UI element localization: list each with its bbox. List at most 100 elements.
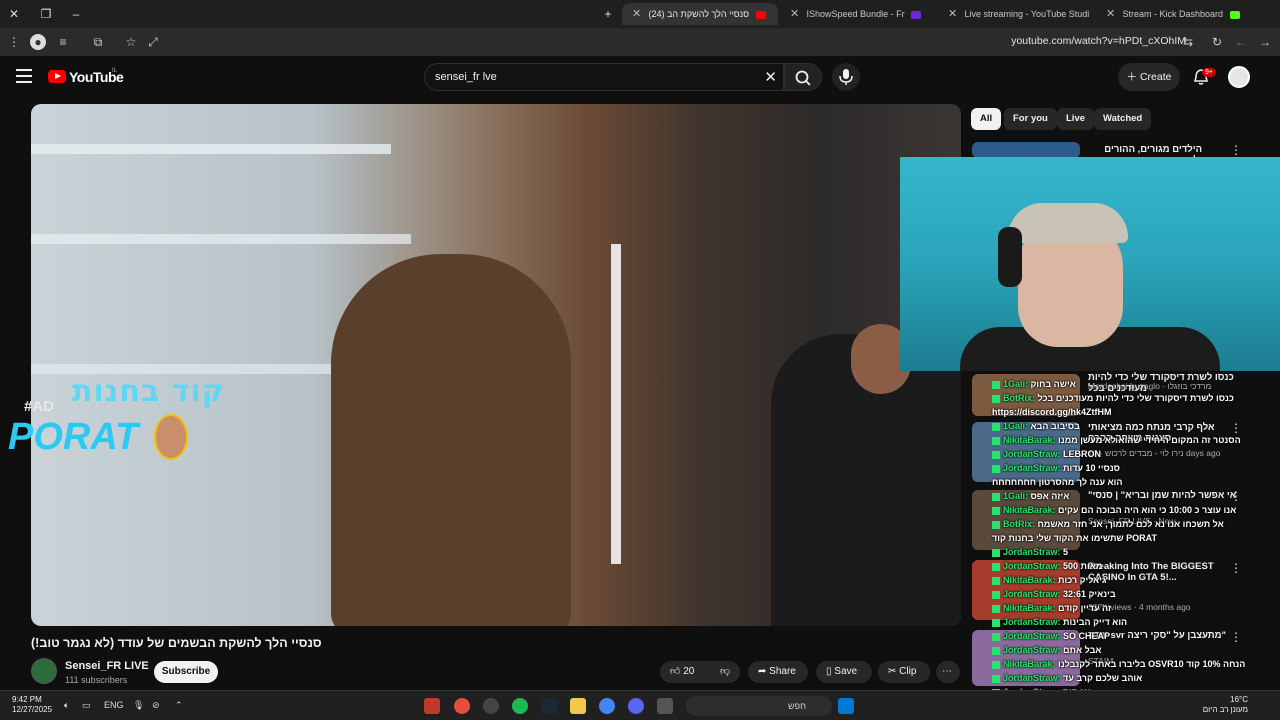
new-tab-button[interactable]: + xyxy=(600,6,616,22)
obs-app-icon[interactable] xyxy=(483,698,499,714)
like-button[interactable]: 👍︎ 20 xyxy=(660,661,712,683)
browser-tab[interactable]: ✕ Live streaming - YouTube Studi xyxy=(938,3,1094,25)
kick-badge-icon xyxy=(992,506,1000,515)
recommendation-title[interactable]: Breaking Into The BIGGEST CASINO In GTA … xyxy=(1088,561,1238,583)
kick-badge-icon xyxy=(992,422,1000,431)
save-button[interactable]: ▯ Save xyxy=(816,661,872,683)
search-button[interactable] xyxy=(784,63,822,91)
create-label: Create xyxy=(1139,71,1172,83)
file-explorer-app-icon[interactable] xyxy=(570,698,586,714)
chat-username: 1Gali: xyxy=(1003,491,1031,501)
recommendation-thumbnail[interactable] xyxy=(972,142,1080,158)
kick-badge-icon xyxy=(992,520,1000,529)
profile-icon[interactable]: ● xyxy=(30,34,46,50)
video-player[interactable] xyxy=(31,104,961,626)
more-vert-icon[interactable]: ⋮ xyxy=(1230,143,1242,157)
close-window-icon[interactable]: ✕ xyxy=(6,6,22,22)
chat-username: NikitaBarak: xyxy=(1003,435,1059,445)
webcam-person-cap xyxy=(1008,203,1128,243)
browser-tab[interactable]: ✕ Stream - Kick Dashboard xyxy=(1096,3,1256,25)
chat-text: איזה אפס xyxy=(1030,491,1070,501)
chat-message: 1Gali: בסיבוב הבא xyxy=(992,421,1080,431)
voice-search-button[interactable] xyxy=(832,63,860,91)
forward-icon[interactable]: → xyxy=(1257,34,1273,50)
windows-start-icon[interactable] xyxy=(838,698,854,714)
create-button[interactable]: ＋ Create xyxy=(1118,63,1180,91)
more-vert-icon[interactable]: ⋮ xyxy=(1230,489,1242,503)
security-tray-icon[interactable]: ⊘ xyxy=(152,700,160,711)
minimize-window-icon[interactable]: – xyxy=(68,6,84,22)
record-app-icon[interactable] xyxy=(454,698,470,714)
network-icon[interactable]: ▭ xyxy=(82,700,91,711)
close-tab-icon[interactable]: ✕ xyxy=(948,3,962,25)
kick-badge-icon xyxy=(992,380,1000,389)
recommendation-meta: נירו לוי - מבדים לרכוש · 13 days ago xyxy=(1088,448,1221,458)
tab-title: Live streaming - YouTube Studi xyxy=(964,9,1090,19)
webcam-overlay xyxy=(900,157,1280,371)
chat-text: https://discord.gg/hk4ZtfHM xyxy=(992,407,1112,417)
taskbar-clock[interactable]: 9:42 PM 12/27/2025 xyxy=(12,695,52,715)
chat-username: JordanStraw: xyxy=(1003,631,1064,641)
reading-list-icon[interactable]: ≡ xyxy=(55,34,71,50)
search-input[interactable]: sensei_fr lve ✕ xyxy=(424,63,784,91)
windows-taskbar: 9:42 PM 12/27/2025 🔈︎ ▭ ENG 🎙︎ ⊘ ⌃ חפש 1… xyxy=(0,690,1280,720)
close-tab-icon[interactable]: ✕ xyxy=(632,3,646,25)
chip-watched[interactable]: Watched xyxy=(1094,108,1152,130)
site-settings-icon[interactable]: ⇆ xyxy=(1180,34,1196,50)
close-tab-icon[interactable]: ✕ xyxy=(790,3,804,25)
extensions-icon[interactable]: ⧉ xyxy=(90,34,106,50)
dislike-button[interactable]: 👎︎ xyxy=(712,661,740,683)
chat-username: JordanStraw: xyxy=(1003,645,1064,655)
channel-avatar[interactable] xyxy=(31,658,57,684)
tab-title: סנסיי הלך להשקת הב (24) xyxy=(648,9,750,19)
epic-games-app-icon[interactable] xyxy=(424,698,440,714)
recommendation-title[interactable]: "אי אפשר להיות שמן ובריא" | סנסי xyxy=(1088,490,1238,501)
clip-button[interactable]: ✂ Clip xyxy=(878,661,930,683)
chip-for-you[interactable]: For you xyxy=(1004,108,1057,130)
chat-message: JordanStraw: הוא דייק הבינות xyxy=(992,617,1127,627)
account-avatar[interactable] xyxy=(1228,66,1250,88)
discord-app-icon[interactable] xyxy=(628,698,644,714)
more-vert-icon[interactable]: ⋮ xyxy=(1230,630,1242,644)
subscriber-count: 111 subscribers xyxy=(65,675,128,685)
notification-badge: 9+ xyxy=(1202,68,1216,77)
more-actions-button[interactable]: ⋯ xyxy=(936,661,960,683)
menu-dots-icon[interactable]: ⋮ xyxy=(6,34,22,50)
chat-username: NikitaBarak: xyxy=(1003,505,1059,515)
reload-icon[interactable]: ↻ xyxy=(1209,34,1225,50)
restore-window-icon[interactable]: ❐ xyxy=(38,6,54,22)
recommendation-title[interactable]: עודד svr מתעצבן על "סקי ריצה" xyxy=(1088,630,1238,641)
chrome-app-icon[interactable] xyxy=(599,698,615,714)
channel-name[interactable]: Sensei_FR LIVE xyxy=(65,660,149,672)
chip-all[interactable]: All xyxy=(971,108,1002,130)
clear-search-icon[interactable]: ✕ xyxy=(764,68,777,86)
address-bar[interactable]: youtube.com/watch?v=hPDt_cXOhIM xyxy=(1011,35,1186,47)
hamburger-menu-icon[interactable] xyxy=(16,69,32,83)
browser-tab-active[interactable]: ✕ סנסיי הלך להשקת הב (24) xyxy=(622,3,778,25)
browser-tab[interactable]: ✕ IShowSpeed Bundle - Fr xyxy=(780,3,936,25)
bookmark-star-icon[interactable]: ☆ xyxy=(123,34,139,50)
show-hidden-icons-chevron-icon[interactable]: ⌃ xyxy=(175,700,183,711)
chat-message: JordanStraw: אוהב שלכם קרב עד xyxy=(992,673,1142,683)
close-tab-icon[interactable]: ✕ xyxy=(1106,3,1120,25)
microphone-tray-icon[interactable]: 🎙︎ xyxy=(133,700,144,711)
input-language[interactable]: ENG xyxy=(104,700,124,710)
chat-text: בליברו באתר לקנבלנו OSVR10 הנחה 10% קוד xyxy=(1058,659,1246,669)
subscribe-button[interactable]: Subscribe xyxy=(154,661,218,683)
taskbar-search[interactable]: חפש xyxy=(686,696,832,716)
scissors-icon: ✂ xyxy=(888,666,897,677)
chat-message: NikitaBarak: זה עדיין קודם xyxy=(992,603,1111,613)
more-vert-icon[interactable]: ⋮ xyxy=(1230,561,1242,575)
share-button[interactable]: ➦ Share xyxy=(748,661,808,683)
video-scene-shelf xyxy=(31,364,351,374)
weather-widget[interactable]: 16°C מעונן רב היום xyxy=(1196,695,1248,715)
screenshot-icon[interactable]: ⤢ xyxy=(145,34,161,50)
chip-live[interactable]: Live xyxy=(1057,108,1095,130)
spotify-app-icon[interactable] xyxy=(512,698,528,714)
chat-message: NikitaBarak: בליברו באתר לקנבלנו OSVR10 … xyxy=(992,659,1245,669)
more-vert-icon[interactable]: ⋮ xyxy=(1230,421,1242,435)
task-view-icon[interactable] xyxy=(657,698,673,714)
steam-app-icon[interactable] xyxy=(541,698,557,714)
volume-icon[interactable]: 🔈︎ xyxy=(64,700,69,711)
back-icon[interactable]: ← xyxy=(1233,34,1249,50)
